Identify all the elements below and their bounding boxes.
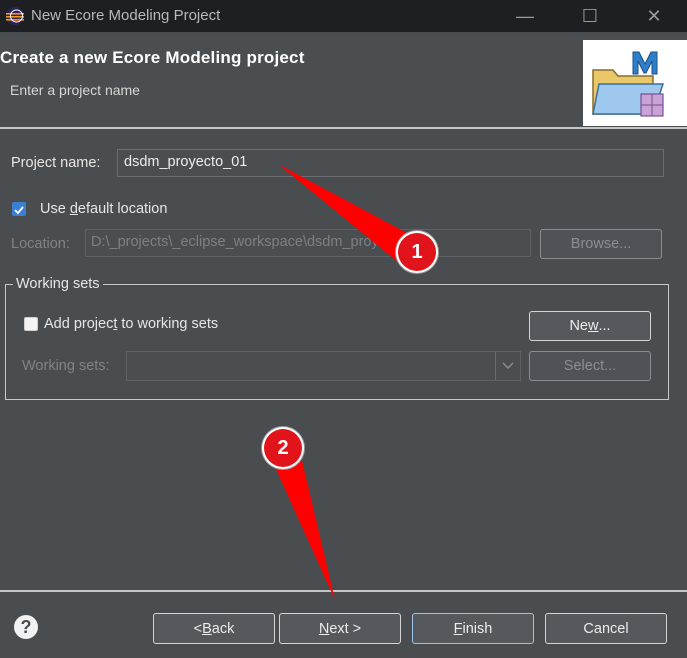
annotation-arrow-2 (270, 452, 335, 600)
annotation-arrows (270, 164, 420, 600)
annotation-marker-2: 2 (264, 429, 302, 467)
annotation-marker-1: 1 (398, 233, 436, 271)
